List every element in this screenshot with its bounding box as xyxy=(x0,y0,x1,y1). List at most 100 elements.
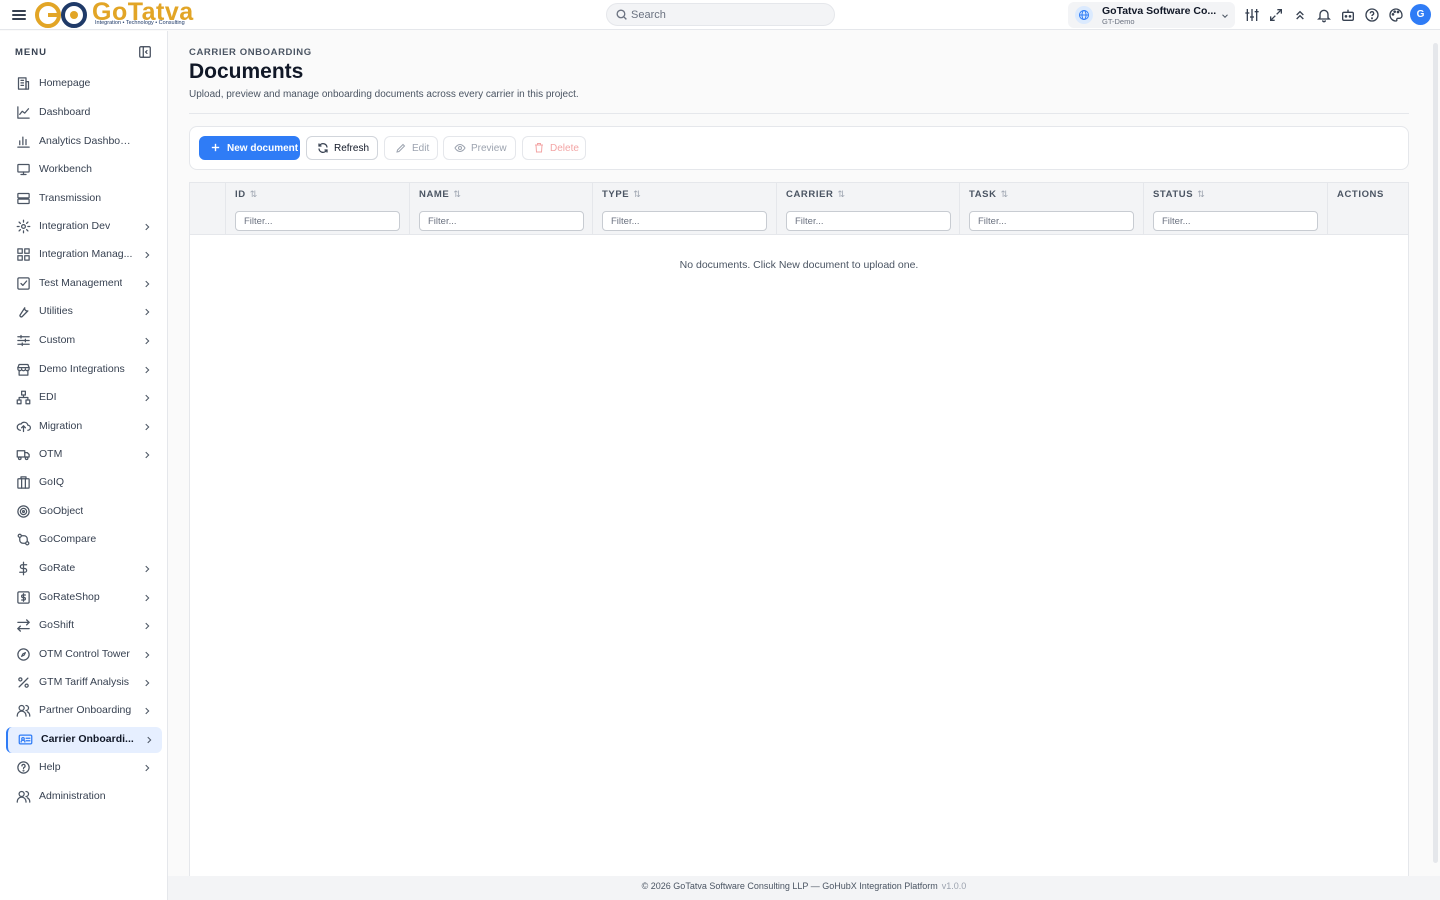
page-scrollbar[interactable] xyxy=(1431,31,1440,876)
chevron-right-icon[interactable] xyxy=(142,450,152,460)
chevron-right-icon[interactable] xyxy=(142,307,152,317)
expand-icon[interactable] xyxy=(1268,7,1284,23)
scrollbar-thumb[interactable] xyxy=(1433,43,1438,863)
sidebar-item-label: GoShift xyxy=(39,619,75,631)
sidebar-item-label: Demo Integrations xyxy=(39,363,125,375)
org-switcher[interactable]: GoTatva Software Co... GT-Demo xyxy=(1068,2,1235,28)
bell-icon[interactable] xyxy=(1316,7,1332,23)
chevron-right-icon[interactable] xyxy=(142,222,152,232)
sidebar-item-label: Workbench xyxy=(39,163,92,175)
preview-button[interactable]: Preview xyxy=(443,136,516,160)
global-search[interactable] xyxy=(606,3,835,26)
sidebar-item-test-management[interactable]: Test Management xyxy=(6,271,162,297)
sidebar-item-utilities[interactable]: Utilities xyxy=(6,299,162,325)
page-subtitle: Upload, preview and manage onboarding do… xyxy=(189,89,579,100)
robot-icon[interactable] xyxy=(1340,7,1356,23)
chevron-right-icon[interactable] xyxy=(142,678,152,688)
sidebar-item-label: GTM Tariff Analysis xyxy=(39,676,130,688)
sidebar-item-transmission[interactable]: Transmission xyxy=(6,186,162,212)
sort-icon[interactable]: ⇅ xyxy=(1001,189,1009,199)
sidebar-item-goshift[interactable]: GoShift xyxy=(6,613,162,639)
refresh-button[interactable]: Refresh xyxy=(306,136,378,160)
sort-icon[interactable]: ⇅ xyxy=(453,189,461,199)
breadcrumb[interactable]: CARRIER ONBOARDING xyxy=(189,47,312,58)
sidebar-item-administration[interactable]: Administration xyxy=(6,784,162,810)
filter-type-input[interactable] xyxy=(602,211,767,231)
sidebar-item-homepage[interactable]: Homepage xyxy=(6,71,162,97)
sidebar-item-edi[interactable]: EDI xyxy=(6,385,162,411)
filter-carrier-input[interactable] xyxy=(786,211,951,231)
sidebar-item-label: Analytics Dashboard xyxy=(39,135,134,147)
new-document-button[interactable]: New document xyxy=(199,136,300,160)
sidebar-item-otm[interactable]: OTM xyxy=(6,442,162,468)
trash-icon xyxy=(535,143,543,153)
collapse-sidebar-icon[interactable] xyxy=(138,45,152,59)
sidebar-item-partner-onboarding[interactable]: Partner Onboarding xyxy=(6,698,162,724)
search-input[interactable] xyxy=(631,6,831,23)
sliders-icon[interactable] xyxy=(1244,7,1260,23)
chevron-right-icon[interactable] xyxy=(142,564,152,574)
column-id[interactable]: ID ⇅ xyxy=(226,183,410,235)
sidebar-item-label: Integration Manag... xyxy=(39,248,133,260)
sidebar-item-dashboard[interactable]: Dashboard xyxy=(6,100,162,126)
user-avatar[interactable]: G xyxy=(1410,4,1431,25)
footer-copyright: © 2026 GoTatva Software Consulting LLP —… xyxy=(641,881,938,891)
chevron-right-icon[interactable] xyxy=(142,336,152,346)
chevron-right-icon[interactable] xyxy=(142,365,152,375)
chevron-right-icon[interactable] xyxy=(142,279,152,289)
sidebar-item-otm-control-tower[interactable]: OTM Control Tower xyxy=(6,642,162,668)
sort-icon[interactable]: ⇅ xyxy=(250,189,258,199)
hamburger-menu-icon[interactable] xyxy=(12,8,26,22)
sidebar-item-custom[interactable]: Custom xyxy=(6,328,162,354)
sort-icon[interactable]: ⇅ xyxy=(633,189,641,199)
help-icon[interactable] xyxy=(1364,7,1380,23)
chevron-right-icon[interactable] xyxy=(142,706,152,716)
column-header-actions: ACTIONS xyxy=(1337,189,1384,200)
sidebar: MENU Homepage Dashboard Analytics Dashboar… xyxy=(0,31,168,900)
chevron-right-icon[interactable] xyxy=(144,735,154,745)
column-name[interactable]: NAME ⇅ xyxy=(410,183,593,235)
sidebar-item-gorate[interactable]: GoRate xyxy=(6,556,162,582)
column-task[interactable]: TASK ⇅ xyxy=(960,183,1144,235)
sidebar-item-goobject[interactable]: GoObject xyxy=(6,499,162,525)
delete-button[interactable]: Delete xyxy=(522,136,586,160)
sort-icon[interactable]: ⇅ xyxy=(837,189,845,199)
sidebar-item-integration-dev[interactable]: Integration Dev xyxy=(6,214,162,240)
filter-name-input[interactable] xyxy=(419,211,584,231)
globe-icon xyxy=(1075,6,1093,24)
column-type[interactable]: TYPE ⇅ xyxy=(593,183,777,235)
chevron-right-icon[interactable] xyxy=(142,393,152,403)
chevron-right-icon[interactable] xyxy=(142,763,152,773)
filter-id-input[interactable] xyxy=(235,211,400,231)
sidebar-item-analytics-dashboard[interactable]: Analytics Dashboard xyxy=(6,129,162,155)
chevron-right-icon[interactable] xyxy=(142,422,152,432)
org-code: GT-Demo xyxy=(1102,17,1135,26)
sidebar-item-workbench[interactable]: Workbench xyxy=(6,157,162,183)
pencil-icon xyxy=(396,143,406,153)
gotatva-logo[interactable]: GoTatva Integration • Technology • Consu… xyxy=(34,0,194,30)
sidebar-item-label: Custom xyxy=(39,334,76,346)
sidebar-item-gorateshop[interactable]: GoRateShop xyxy=(6,585,162,611)
sort-icon[interactable]: ⇅ xyxy=(1197,189,1205,199)
sidebar-item-label: Carrier Onboardi... xyxy=(41,733,134,745)
filter-status-input[interactable] xyxy=(1153,211,1318,231)
palette-icon[interactable] xyxy=(1388,7,1404,23)
bar-chart-icon xyxy=(17,136,30,148)
edit-button[interactable]: Edit xyxy=(384,136,438,160)
chevron-right-icon[interactable] xyxy=(142,650,152,660)
sidebar-item-goiq[interactable]: GoIQ xyxy=(6,470,162,496)
column-status[interactable]: STATUS ⇅ xyxy=(1144,183,1328,235)
chevron-right-icon[interactable] xyxy=(142,621,152,631)
chevron-right-icon[interactable] xyxy=(142,593,152,603)
sidebar-item-demo-integrations[interactable]: Demo Integrations xyxy=(6,357,162,383)
sidebar-item-gocompare[interactable]: GoCompare xyxy=(6,527,162,553)
sidebar-item-carrier-onboardi[interactable]: Carrier Onboardi... xyxy=(6,727,162,753)
sidebar-item-gtm-tariff-analysis[interactable]: GTM Tariff Analysis xyxy=(6,670,162,696)
chevron-right-icon[interactable] xyxy=(142,250,152,260)
sidebar-item-migration[interactable]: Migration xyxy=(6,414,162,440)
column-carrier[interactable]: CARRIER ⇅ xyxy=(777,183,960,235)
sidebar-item-integration-manag[interactable]: Integration Manag... xyxy=(6,242,162,268)
filter-task-input[interactable] xyxy=(969,211,1134,231)
chevrons-up-icon[interactable] xyxy=(1292,7,1308,23)
sidebar-item-help[interactable]: Help xyxy=(6,755,162,781)
